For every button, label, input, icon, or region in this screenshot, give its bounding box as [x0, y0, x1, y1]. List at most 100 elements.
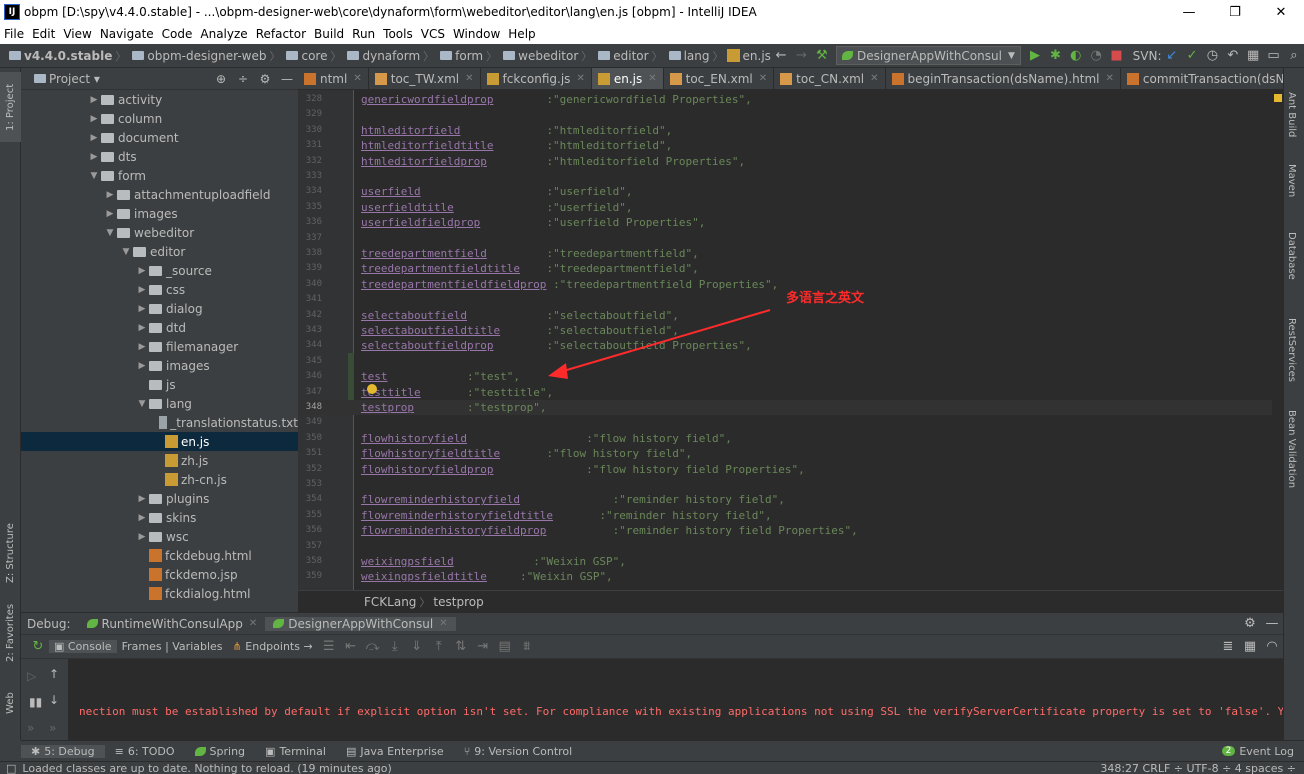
run-icon[interactable]: ▶	[1025, 48, 1045, 63]
minimize-button[interactable]: —	[1166, 5, 1212, 20]
tree-item[interactable]: ▶ wsc	[21, 527, 298, 546]
nav-crumb[interactable]: lang	[666, 49, 710, 63]
resume-icon[interactable]: ▷	[27, 669, 36, 683]
editor-tab[interactable]: toc_CN.xml ✕	[774, 68, 886, 89]
nav-crumb[interactable]: webeditor	[500, 49, 578, 63]
evaluate-icon[interactable]: ▤	[494, 639, 516, 654]
collapse-arrow-icon[interactable]: ▶	[87, 114, 101, 124]
collapse-arrow-icon[interactable]: ▶	[103, 190, 117, 200]
rerun-icon[interactable]: ↻	[27, 639, 49, 654]
code-line[interactable]: 337	[298, 231, 1283, 246]
step-out-icon[interactable]: ⤒	[428, 639, 450, 654]
nav-crumb-root[interactable]: v4.4.0.stable	[6, 49, 112, 63]
tree-item[interactable]: ▼ form	[21, 166, 298, 185]
tree-item[interactable]: ▶ skins	[21, 508, 298, 527]
search-icon[interactable]: ⌕	[1284, 48, 1304, 63]
close-icon[interactable]: ✕	[759, 73, 767, 84]
code-line[interactable]: 329	[298, 107, 1283, 122]
up-arrow-icon[interactable]: ↑	[49, 667, 59, 681]
code-line[interactable]: 335 userfieldtitle :"userfield",	[298, 200, 1283, 215]
breadcrumb-item[interactable]: testprop	[433, 595, 483, 609]
collapse-arrow-icon[interactable]: ▶	[135, 494, 149, 504]
rest-services-tool-tab[interactable]: RestServices	[1286, 318, 1297, 382]
tree-item[interactable]: ▼ webeditor	[21, 223, 298, 242]
gear-icon[interactable]: ⚙	[1239, 616, 1261, 631]
code-line[interactable]: 339 treedepartmentfieldtitle :"treedepart…	[298, 261, 1283, 276]
version-control-tool-tab[interactable]: ⑂ 9: Version Control	[454, 745, 583, 758]
close-button[interactable]: ✕	[1258, 5, 1304, 20]
menu-analyze[interactable]: Analyze	[196, 27, 251, 41]
warning-indicator[interactable]	[1274, 94, 1282, 102]
editor-tab[interactable]: toc_TW.xml ✕	[369, 68, 481, 89]
structure-tool-tab[interactable]: Z: Structure	[0, 508, 21, 598]
close-icon[interactable]: ✕	[353, 73, 361, 84]
code-line[interactable]: 336 userfieldfieldprop :"userfield Proper…	[298, 215, 1283, 230]
tree-item[interactable]: fckdebug.html	[21, 546, 298, 565]
close-icon[interactable]: ✕	[576, 73, 584, 84]
project-structure-icon[interactable]: ▦	[1243, 48, 1263, 63]
tree-item[interactable]: fckdialog.html	[21, 584, 298, 603]
stop-icon[interactable]: ■	[1106, 48, 1126, 63]
editor-tab[interactable]: en.js ✕	[591, 68, 664, 89]
nav-crumb-file[interactable]: en.js	[726, 49, 771, 63]
drop-frame-icon[interactable]: ⇅	[450, 639, 472, 654]
code-line[interactable]: 330 htmleditorfield :"htmleditorfield",	[298, 123, 1283, 138]
step-into-icon[interactable]: ⤓	[384, 639, 406, 654]
database-tool-tab[interactable]: Database	[1286, 232, 1297, 280]
code-line[interactable]: 354 flowreminderhistoryfield :"reminder h…	[298, 492, 1283, 507]
tree-item[interactable]: ▶ document	[21, 128, 298, 147]
maximize-button[interactable]: ❐	[1212, 5, 1258, 20]
status-toggle-icon[interactable]: □	[6, 762, 16, 774]
run-to-cursor-icon[interactable]: ⇥	[472, 639, 494, 654]
editor-tab[interactable]: fckconfig.js ✕	[481, 68, 592, 89]
code-line[interactable]: 352 flowhistoryfieldprop :"flow history f…	[298, 462, 1283, 477]
tree-item[interactable]: ▶ _source	[21, 261, 298, 280]
status-message[interactable]: Loaded classes are up to date. Nothing t…	[22, 762, 391, 774]
expand-arrow-icon[interactable]: ▼	[119, 247, 133, 257]
hide-panel-icon[interactable]: —	[276, 72, 298, 86]
collapse-arrow-icon[interactable]: ▶	[135, 285, 149, 295]
maven-tool-tab[interactable]: Maven	[1286, 164, 1297, 197]
show-execution-point-icon[interactable]: ⇤	[340, 639, 362, 654]
breadcrumb-item[interactable]: FCKLang	[364, 595, 416, 609]
todo-tool-tab[interactable]: ≡ 6: TODO	[105, 745, 185, 758]
menu-file[interactable]: File	[0, 27, 28, 41]
tree-item[interactable]: ▶ activity	[21, 90, 298, 109]
code-line[interactable]: 359 weixingpsfieldtitle :"Weixin GSP",	[298, 569, 1283, 584]
pause-icon[interactable]: ▮▮	[29, 695, 42, 709]
bean-validation-tool-tab[interactable]: Bean Validation	[1286, 410, 1297, 488]
tree-item[interactable]: ▶ plugins	[21, 489, 298, 508]
layout-icon[interactable]: ☰	[318, 639, 340, 654]
nav-crumb[interactable]: form	[437, 49, 483, 63]
event-log-tool-tab[interactable]: 2 Event Log	[1212, 745, 1304, 758]
debug-session-tab-active[interactable]: DesignerAppWithConsul ✕	[265, 616, 456, 631]
expand-arrow-icon[interactable]: ▼	[135, 399, 149, 409]
menu-build[interactable]: Build	[310, 27, 348, 41]
menu-edit[interactable]: Edit	[28, 27, 59, 41]
code-line[interactable]: 347 testtitle :"testtitle",	[298, 385, 1283, 400]
down-arrow-icon[interactable]: ↓	[49, 693, 59, 707]
build-hammer-icon[interactable]: ⚒	[812, 48, 832, 63]
java-enterprise-tool-tab[interactable]: ▤ Java Enterprise	[336, 745, 454, 758]
ant-build-tool-tab[interactable]: Ant Build	[1286, 92, 1297, 137]
debug-bug-icon[interactable]: ✱	[1045, 48, 1065, 63]
code-line[interactable]: 346 test :"test",	[298, 369, 1283, 384]
hide-panel-icon[interactable]: —	[1261, 616, 1283, 631]
code-line[interactable]: 355 flowreminderhistoryfieldtitle :"remin…	[298, 508, 1283, 523]
menu-navigate[interactable]: Navigate	[96, 27, 158, 41]
close-icon[interactable]: ✕	[1106, 73, 1114, 84]
run-configuration-select[interactable]: DesignerAppWithConsul ▼	[835, 46, 1021, 65]
code-line[interactable]: 332 htmleditorfieldprop :"htmleditorfield…	[298, 154, 1283, 169]
close-icon[interactable]: ✕	[870, 73, 878, 84]
code-line[interactable]: 349	[298, 415, 1283, 430]
code-line[interactable]: 334 userfield :"userfield",	[298, 184, 1283, 199]
tree-item[interactable]: zh-cn.js	[21, 470, 298, 489]
favorites-tool-tab[interactable]: 2: Favorites	[0, 598, 21, 668]
project-view-select[interactable]: Project ▾	[49, 72, 210, 86]
spring-tool-tab[interactable]: Spring	[185, 745, 256, 758]
collapse-arrow-icon[interactable]: ▶	[87, 152, 101, 162]
collapse-arrow-icon[interactable]: ▶	[135, 513, 149, 523]
editor-tab[interactable]: toc_EN.xml ✕	[664, 68, 775, 89]
code-line[interactable]: 343 selectaboutfieldtitle :"selectaboutfi…	[298, 323, 1283, 338]
nav-crumb[interactable]: core	[283, 49, 327, 63]
